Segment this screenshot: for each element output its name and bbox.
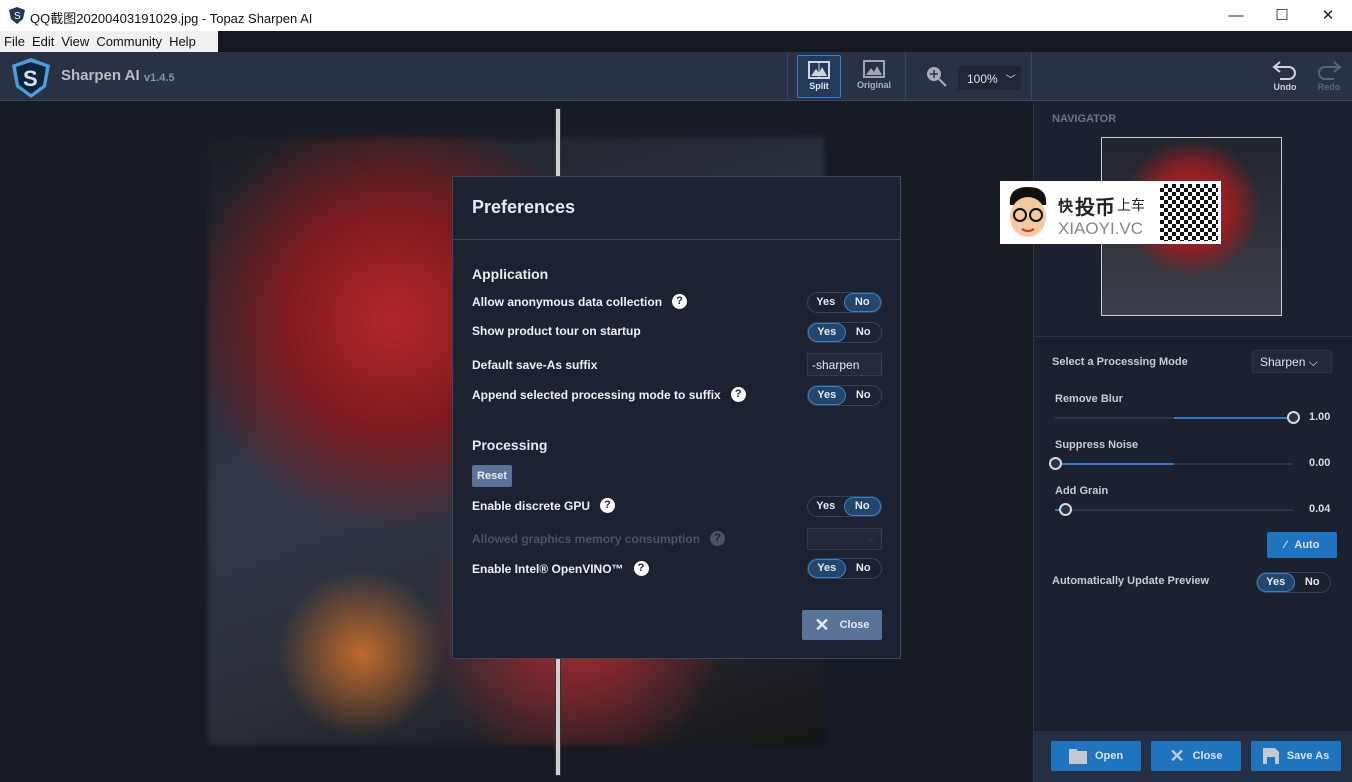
sharpen-logo-icon: S: [12, 58, 50, 98]
app-version: v1.4.5: [144, 72, 175, 84]
folder-icon: [1068, 748, 1087, 764]
watermark: 快 投币 上车 XIAOYI.VC: [1000, 181, 1221, 244]
split-view-button[interactable]: Split: [797, 55, 841, 98]
slider-value: 0.04: [1309, 503, 1331, 515]
openvino-label: Enable Intel® OpenVINO™: [472, 561, 624, 576]
product-tour-label: Show product tour on startup: [472, 324, 641, 338]
app-icon: S: [9, 7, 25, 24]
toolbar: S Sharpen AI v1.4.5 Split Original 100% ﹀…: [0, 52, 1352, 101]
save-icon: [1262, 748, 1279, 764]
title-bar: S QQ截图20200403191029.jpg - Topaz Sharpen…: [0, 0, 1352, 31]
gpu-toggle[interactable]: Yes No: [807, 496, 882, 517]
slider-label: Add Grain: [1055, 485, 1109, 497]
append-mode-toggle[interactable]: Yes No: [807, 385, 882, 406]
menu-file[interactable]: File: [0, 31, 28, 52]
close-image-button[interactable]: ✕ Close: [1151, 741, 1241, 771]
gpu-label: Enable discrete GPU: [472, 498, 591, 513]
help-icon[interactable]: ?: [672, 294, 688, 309]
undo-icon: [1272, 61, 1296, 80]
menu-view[interactable]: View: [57, 31, 92, 52]
original-view-button[interactable]: Original: [852, 55, 896, 98]
slider-track[interactable]: [1055, 503, 1293, 516]
slider-track[interactable]: [1049, 457, 1293, 470]
suffix-label: Default save-As suffix: [472, 358, 598, 372]
anon-data-toggle[interactable]: Yes No: [807, 292, 882, 313]
help-icon[interactable]: ?: [600, 498, 616, 513]
redo-icon: [1318, 61, 1342, 80]
svg-text:S: S: [23, 66, 38, 91]
auto-update-label: Automatically Update Preview: [1052, 575, 1210, 587]
zoom-in-icon[interactable]: [926, 66, 948, 88]
reset-button[interactable]: Reset: [472, 465, 512, 487]
maximize-button[interactable]: ☐: [1259, 0, 1305, 31]
zoom-dropdown[interactable]: 100% ﹀: [958, 66, 1021, 90]
magic-wand-icon: ⁄: [1284, 539, 1287, 551]
save-as-button[interactable]: Save As: [1251, 741, 1341, 771]
navigator-title: NAVIGATOR: [1052, 113, 1117, 125]
dialog-title: Preferences: [453, 177, 900, 240]
menu-bar: File Edit View Community Help: [0, 31, 1352, 52]
help-icon[interactable]: ?: [633, 561, 649, 576]
openvino-toggle[interactable]: Yes No: [807, 558, 882, 579]
processing-mode-dropdown[interactable]: Sharpen ⌵: [1252, 350, 1332, 373]
memory-label: Allowed graphics memory consumption: [472, 531, 701, 546]
menu-help[interactable]: Help: [165, 31, 199, 52]
anon-data-label: Allow anonymous data collection: [472, 294, 663, 309]
slider-knob[interactable]: [1058, 503, 1072, 516]
cartoon-face-icon: [1009, 187, 1047, 237]
slider-label: Suppress Noise: [1055, 439, 1139, 451]
undo-button[interactable]: Undo: [1263, 55, 1307, 98]
slider-track[interactable]: [1055, 411, 1300, 424]
split-image-icon: [808, 61, 830, 79]
processing-heading: Processing: [472, 437, 548, 453]
close-icon: ✕: [1169, 745, 1185, 766]
redo-button[interactable]: Redo: [1307, 55, 1351, 98]
window-title: QQ截图20200403191029.jpg - Topaz Sharpen A…: [30, 11, 313, 26]
chevron-down-icon: ﹀: [1005, 75, 1016, 86]
help-icon: ?: [710, 531, 726, 546]
slider-knob[interactable]: [1049, 457, 1062, 470]
slider-knob[interactable]: [1287, 411, 1300, 424]
memory-dropdown: ⌵: [807, 528, 882, 550]
append-mode-label: Append selected processing mode to suffi…: [472, 387, 721, 402]
chevron-down-icon: ⌵: [867, 533, 875, 544]
processing-mode-label: Select a Processing Mode: [1052, 356, 1188, 368]
slider-fill: [1174, 417, 1293, 419]
auto-update-toggle[interactable]: Yes No: [1256, 572, 1331, 593]
slider-fill: [1055, 463, 1174, 465]
open-button[interactable]: Open: [1051, 741, 1141, 771]
application-heading: Application: [472, 266, 549, 282]
help-icon[interactable]: ?: [730, 387, 746, 402]
chevron-down-icon: ⌵: [1308, 355, 1318, 369]
suffix-input[interactable]: -sharpen: [807, 353, 882, 376]
preferences-dialog: Preferences Application Allow anonymous …: [452, 176, 901, 659]
close-icon: ✕: [814, 614, 830, 635]
slider-value: 1.00: [1309, 411, 1331, 423]
product-tour-toggle[interactable]: Yes No: [807, 322, 882, 343]
image-icon: [863, 60, 885, 78]
close-window-button[interactable]: ✕: [1305, 0, 1351, 31]
app-name: Sharpen AI: [61, 67, 140, 84]
slider-label: Remove Blur: [1055, 393, 1123, 405]
minimize-button[interactable]: —: [1213, 0, 1259, 31]
auto-button[interactable]: ⁄ Auto: [1267, 532, 1337, 558]
menu-community[interactable]: Community: [92, 31, 165, 52]
dialog-close-button[interactable]: ✕ Close: [802, 610, 882, 640]
qr-code: [1160, 184, 1218, 241]
slider-value: 0.00: [1309, 457, 1331, 469]
svg-text:S: S: [14, 11, 21, 22]
menu-edit[interactable]: Edit: [28, 31, 57, 52]
